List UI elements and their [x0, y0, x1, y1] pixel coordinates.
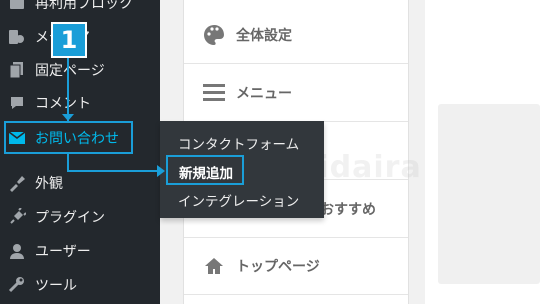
sidebar-item-label: 外観 — [35, 176, 63, 192]
settings-item-label: おすすめ — [320, 202, 376, 218]
annotation-connector — [67, 170, 159, 172]
sidebar-item-label: 再利用ブロック — [35, 0, 133, 12]
palette-icon — [202, 23, 226, 47]
sidebar-item-pages[interactable]: 固定ページ — [0, 53, 160, 87]
sidebar-item-label: ユーザー — [35, 244, 91, 260]
sidebar-item-tools[interactable]: ツール — [0, 268, 160, 302]
annotation-connector — [67, 58, 69, 121]
users-icon — [8, 242, 26, 260]
submenu-item-contact-forms[interactable]: コンタクトフォーム — [178, 133, 299, 153]
media-icon — [8, 28, 26, 46]
settings-item-label: 全体設定 — [236, 28, 292, 44]
menu-icon — [202, 81, 226, 105]
sidebar-item-label: 固定ページ — [35, 63, 105, 79]
tools-icon — [8, 276, 26, 294]
plugins-icon — [8, 208, 26, 226]
annotation-arrow-right — [157, 165, 165, 177]
reusable-block-icon — [8, 0, 26, 12]
annotation-arrow-down — [62, 114, 74, 121]
sidebar-item-plugins[interactable]: プラグイン — [0, 200, 160, 234]
submenu-item-integration[interactable]: インテグレーション — [178, 190, 299, 210]
sidebar-item-reusable-blocks[interactable]: 再利用ブロック — [0, 0, 160, 20]
home-icon — [202, 254, 226, 278]
settings-item-label: メニュー — [236, 86, 292, 102]
content-card — [438, 104, 540, 284]
comments-icon — [8, 94, 26, 112]
sidebar-item-label: プラグイン — [35, 210, 105, 226]
settings-item-menu[interactable]: メニュー — [184, 65, 408, 122]
sidebar-item-label: コメント — [35, 96, 91, 112]
settings-item-general[interactable]: 全体設定 — [184, 7, 408, 64]
appearance-icon — [8, 174, 26, 192]
annotation-connector — [67, 154, 69, 171]
pages-icon — [8, 61, 26, 79]
sidebar-item-users[interactable]: ユーザー — [0, 234, 160, 268]
settings-item-label: トップページ — [236, 259, 320, 275]
step-number-badge: 1 — [51, 22, 87, 58]
settings-item-top-page[interactable]: トップページ — [184, 238, 408, 295]
sidebar-item-comments[interactable]: コメント — [0, 86, 160, 120]
sidebar-item-label: ツール — [35, 278, 77, 294]
highlight-contact-menu — [4, 121, 133, 154]
highlight-add-new — [166, 155, 244, 185]
